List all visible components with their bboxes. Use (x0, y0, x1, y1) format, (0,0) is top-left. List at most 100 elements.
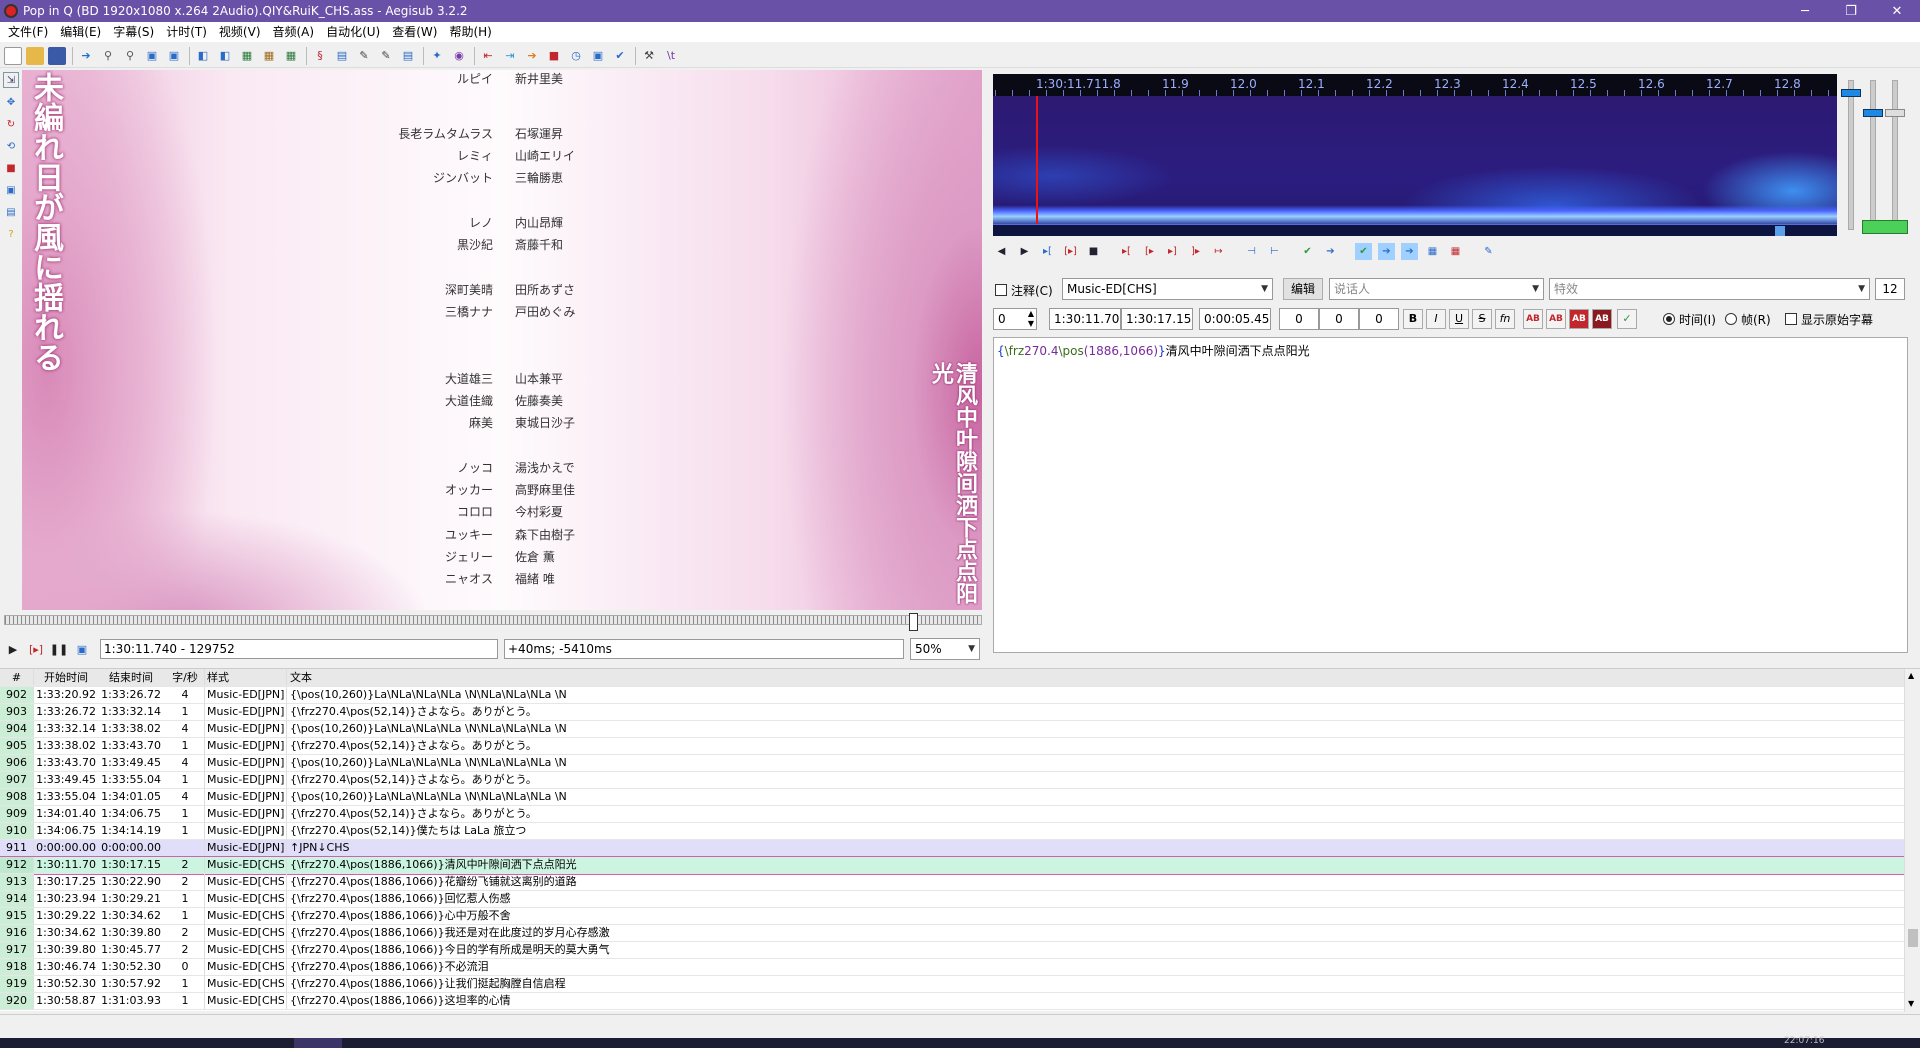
minimize-button[interactable]: ─ (1782, 0, 1828, 22)
table-row[interactable]: 910 1:34:06.75 1:34:14.19 1 Music-ED[JPN] {\f… (0, 823, 1904, 840)
zoom-in-icon[interactable]: ⚲ (99, 47, 117, 65)
table-row[interactable]: 914 1:30:23.94 1:30:29.21 1 Music-ED[CHS] {\f… (0, 891, 1904, 908)
margin-left-field[interactable]: 0 (1279, 308, 1319, 330)
show-original-checkbox[interactable] (1785, 313, 1797, 325)
slider-thumb[interactable] (1885, 109, 1905, 117)
column-header-end[interactable]: 结束时间 (101, 669, 163, 685)
table-row[interactable]: 917 1:30:39.80 1:30:45.77 2 Music-ED[CHS] {\f… (0, 942, 1904, 959)
play-selection-icon[interactable]: ▸[ (1039, 243, 1056, 260)
strikeout-button[interactable]: S (1472, 309, 1492, 329)
menu-timing[interactable]: 计时(T) (160, 22, 213, 42)
auto-next-icon[interactable]: ➔ (1378, 242, 1395, 260)
end-time-field[interactable]: 1:30:17.15 (1121, 308, 1193, 330)
stop-icon[interactable]: ■ (545, 47, 563, 65)
timing-post-processor-icon[interactable]: ◷ (567, 47, 585, 65)
next-line-icon[interactable]: ▶ (1016, 243, 1033, 260)
scale-tool-icon[interactable]: ■ (3, 160, 19, 176)
previous-line-icon[interactable]: ◀ (993, 243, 1010, 260)
column-header-text[interactable]: 文本 (286, 669, 1896, 685)
karaoke-icon[interactable]: ▦ (1447, 243, 1464, 260)
audio-volume-slider[interactable] (1885, 80, 1905, 230)
play-after-start-icon[interactable]: [▸ (1141, 243, 1158, 260)
karaoke-mode-icon[interactable]: ✎ (1480, 243, 1497, 260)
shift-times-icon[interactable]: ➔ (523, 47, 541, 65)
play-line-icon[interactable]: [▸] (1062, 243, 1079, 260)
open-video-icon[interactable]: ▣ (143, 47, 161, 65)
close-button[interactable]: ✕ (1874, 0, 1920, 22)
style-dropdown[interactable]: Music-ED[CHS] ▼ (1062, 278, 1273, 300)
comment-checkbox[interactable] (995, 284, 1007, 296)
play-before-icon[interactable]: ▸[ (1118, 243, 1135, 260)
actor-combobox[interactable]: 说话人 ▼ (1329, 278, 1544, 300)
video-zoom-dropdown[interactable]: 50% ▼ (910, 638, 980, 660)
table-row[interactable]: 909 1:34:01.40 1:34:06.75 1 Music-ED[JPN] {\f… (0, 806, 1904, 823)
table-row[interactable]: 913 1:30:17.25 1:30:22.90 2 Music-ED[CHS] {\f… (0, 874, 1904, 891)
slider-thumb[interactable] (1841, 89, 1861, 97)
select-lines-icon[interactable]: ▣ (589, 47, 607, 65)
grid-scroll-thumb[interactable] (1908, 929, 1918, 947)
table-row[interactable]: 908 1:33:55.04 1:34:01.05 4 Music-ED[JPN] {\p… (0, 789, 1904, 806)
column-header-cps[interactable]: 字/秒 (166, 669, 204, 685)
column-header-start[interactable]: 开始时间 (36, 669, 98, 685)
snap-end-icon[interactable]: ⇥ (501, 47, 519, 65)
video-display[interactable]: 未編れ日が風に揺れる 清风中叶隙间洒下点点阳光 ルピイ 新井里美 長老ラムタムラ… (22, 70, 982, 610)
table-row[interactable]: 911 0:00:00.00 0:00:00.00 Music-ED[JPN] ↑JPN… (0, 840, 1904, 857)
menu-video[interactable]: 视频(V) (213, 22, 267, 42)
scroll-down-icon[interactable]: ▼ (1908, 999, 1914, 1008)
properties-icon[interactable]: ◧ (194, 47, 212, 65)
automation-icon[interactable]: ✦ (428, 47, 446, 65)
styles-manager-icon[interactable]: ▦ (260, 47, 278, 65)
layer-spinner[interactable]: 0 ▲ ▼ (993, 308, 1037, 330)
commit-icon[interactable]: ✔ (1299, 243, 1316, 260)
seek-track[interactable] (4, 615, 982, 625)
table-row[interactable]: 902 1:33:20.92 1:33:26.72 4 Music-ED[JPN] {\p… (0, 687, 1904, 704)
menu-file[interactable]: 文件(F) (2, 22, 54, 42)
underline-button[interactable]: U (1449, 309, 1469, 329)
table-row[interactable]: 919 1:30:52.30 1:30:57.92 1 Music-ED[CHS] {\f… (0, 976, 1904, 993)
audio-timeline-ruler[interactable]: 1:30:11.7 11.8 11.9 12.0 12.1 12.2 12.3 12.4 12.… (993, 74, 1837, 96)
clip-tool-icon[interactable]: ▣ (3, 182, 19, 198)
spectrum-mode-icon[interactable]: ▦ (1424, 243, 1441, 260)
start-time-field[interactable]: 1:30:11.70 (1049, 308, 1121, 330)
italic-button[interactable]: I (1426, 309, 1446, 329)
jump-to-icon[interactable]: ➔ (77, 47, 95, 65)
help-icon[interactable]: ? (3, 226, 19, 242)
options-icon[interactable]: ⚒ (640, 47, 658, 65)
pause-icon[interactable]: ❚❚ (50, 640, 68, 658)
table-row[interactable]: 903 1:33:26.72 1:33:32.14 1 Music-ED[JPN] {\f… (0, 704, 1904, 721)
font-button[interactable]: fn (1495, 309, 1515, 329)
audio-display[interactable]: 1:30:11.7 11.8 11.9 12.0 12.1 12.2 12.3 12.4 12.… (993, 74, 1837, 236)
table-row[interactable]: 915 1:30:29.22 1:30:34.62 1 Music-ED[CHS] {\f… (0, 908, 1904, 925)
drag-tool-icon[interactable]: ✥ (3, 94, 19, 110)
table-row[interactable]: 907 1:33:49.45 1:33:55.04 1 Music-ED[JPN] {\f… (0, 772, 1904, 789)
table-row[interactable]: 905 1:33:38.02 1:33:43.70 1 Music-ED[JPN] {\f… (0, 738, 1904, 755)
checkmark-icon[interactable]: ✔ (611, 47, 629, 65)
primary-color-button[interactable]: AB (1523, 309, 1543, 329)
grid-scrollbar[interactable]: ▲ ▼ (1904, 669, 1920, 1012)
play-after-end-icon[interactable]: ]▸ (1187, 243, 1204, 260)
fonts-collector-icon[interactable]: ▦ (238, 47, 256, 65)
play-line-icon[interactable]: [▸] (27, 640, 45, 658)
video-seek-slider[interactable] (4, 611, 982, 633)
video-time-frame-field[interactable]: 1:30:11.740 - 129752 (100, 639, 498, 659)
margin-right-field[interactable]: 0 (1319, 308, 1359, 330)
styling-assistant-icon[interactable]: ▤ (333, 47, 351, 65)
scroll-up-icon[interactable]: ▲ (1908, 671, 1914, 680)
duration-field[interactable]: 0:00:05.45 (1199, 308, 1271, 330)
time-mode-radio[interactable] (1663, 313, 1675, 325)
rotate-xy-tool-icon[interactable]: ⟲ (3, 138, 19, 154)
vector-clip-tool-icon[interactable]: ▤ (3, 204, 19, 220)
play-to-end-icon[interactable]: ↦ (1210, 243, 1227, 260)
commit-button[interactable]: ✓ (1617, 309, 1637, 329)
auto-commit-icon[interactable]: ✔ (1355, 242, 1372, 260)
resample-icon[interactable]: ▦ (282, 47, 300, 65)
link-zoom-toggle[interactable] (1862, 220, 1908, 234)
margin-vertical-field[interactable]: 0 (1359, 308, 1399, 330)
secondary-color-button[interactable]: AB (1546, 309, 1566, 329)
attachment-icon[interactable]: ✎ (377, 47, 395, 65)
menu-view[interactable]: 查看(W) (386, 22, 443, 42)
table-row[interactable]: 906 1:33:43.70 1:33:49.45 4 Music-ED[JPN] {\p… (0, 755, 1904, 772)
audio-scroll-thumb[interactable] (1775, 226, 1785, 236)
spinner-arrows-icon[interactable]: ▲ ▼ (1028, 309, 1034, 329)
edit-style-button[interactable]: 编辑 (1283, 278, 1323, 300)
